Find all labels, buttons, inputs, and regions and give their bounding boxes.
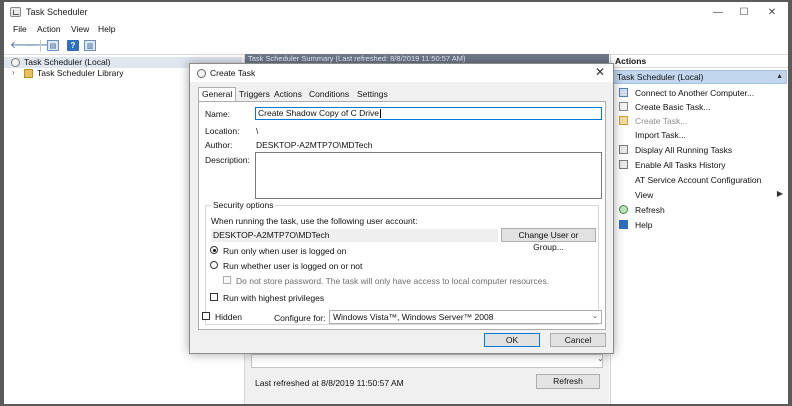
action-connect-another-computer[interactable]: Connect to Another Computer... [611, 86, 788, 100]
action-display-running-tasks[interactable]: Display All Running Tasks [611, 143, 788, 157]
tab-general[interactable]: General [198, 87, 237, 102]
dialog-title: Create Task [210, 68, 256, 78]
run-highest-privileges-label[interactable]: Run with highest privileges [223, 293, 324, 303]
history-icon [619, 160, 628, 169]
do-not-store-password-checkbox [223, 276, 231, 284]
dialog-close-button[interactable]: ✕ [595, 65, 605, 79]
action-enable-tasks-history[interactable]: Enable All Tasks History [611, 158, 788, 172]
back-arrow-icon[interactable]: 🡐 [10, 40, 37, 51]
maximize-button[interactable]: ☐ [730, 4, 758, 21]
scroll-down-icon[interactable]: ⌄ [597, 354, 604, 363]
submenu-arrow-icon: ▶ [776, 189, 783, 198]
action-create-basic-task[interactable]: Create Basic Task... [611, 100, 788, 114]
toolbar-separator [40, 40, 41, 52]
radio-run-only-logged-on-label[interactable]: Run only when user is logged on [223, 246, 346, 256]
forward-arrow-icon[interactable]: 🡒 [25, 40, 52, 51]
name-value: Create Shadow Copy of C Drive [258, 108, 379, 118]
menu-file[interactable]: File [13, 24, 27, 34]
cancel-button[interactable]: Cancel [550, 333, 606, 347]
tab-settings[interactable]: Settings [354, 88, 391, 101]
close-button[interactable]: ✕ [758, 4, 786, 21]
tab-triggers[interactable]: Triggers [236, 88, 273, 101]
help-icon[interactable]: ? [67, 40, 79, 51]
hidden-checkbox[interactable] [202, 312, 210, 320]
description-label: Description: [205, 155, 250, 165]
actions-section-task-scheduler-local[interactable]: Task Scheduler (Local) ▲ [613, 70, 787, 84]
menu-action[interactable]: Action [37, 24, 61, 34]
action-import-task[interactable]: Import Task... [611, 128, 788, 142]
refresh-button[interactable]: Refresh [536, 374, 600, 389]
author-value: DESKTOP-A2MTP7O\MDTech [256, 140, 373, 150]
hidden-label[interactable]: Hidden [215, 312, 242, 322]
tab-actions[interactable]: Actions [271, 88, 305, 101]
actions-header: Actions [611, 56, 788, 68]
task-scheduler-window: Task Scheduler — ☐ ✕ File Action View He… [4, 2, 788, 404]
action-create-task: Create Task... [611, 114, 788, 128]
tab-conditions[interactable]: Conditions [306, 88, 352, 101]
configure-for-select[interactable]: Windows Vista™, Windows Server™ 2008 ⌄ [329, 310, 602, 324]
action-help[interactable]: Help [611, 218, 788, 232]
radio-run-whether-logged-on-label[interactable]: Run whether user is logged on or not [223, 261, 362, 271]
computer-icon [619, 88, 628, 97]
task-icon [619, 116, 628, 125]
wizard-icon [619, 102, 628, 111]
minimize-button[interactable]: — [704, 4, 732, 21]
action-pane-icon[interactable]: ▥ [84, 40, 96, 51]
menu-view[interactable]: View [71, 24, 89, 34]
collapse-arrow-icon[interactable]: ▲ [776, 71, 783, 83]
security-options-title: Security options [211, 200, 276, 210]
window-title: Task Scheduler [26, 7, 88, 17]
change-user-or-group-button[interactable]: Change User or Group... [501, 228, 596, 252]
general-tab-panel: Name: Create Shadow Copy of C Drive Loca… [198, 101, 606, 330]
dialog-title-bar: Create Task ✕ [190, 64, 613, 82]
radio-run-only-logged-on[interactable] [210, 246, 218, 254]
toolbar: 🡐 🡒 ▤ ? ▥ [4, 37, 788, 55]
menu-help[interactable]: Help [98, 24, 115, 34]
task-scheduler-icon [10, 7, 21, 17]
menu-bar: File Action View Help [4, 23, 788, 37]
name-input[interactable]: Create Shadow Copy of C Drive [255, 107, 602, 120]
chevron-down-icon: ⌄ [592, 313, 598, 320]
ok-button[interactable]: OK [484, 333, 540, 347]
action-refresh[interactable]: Refresh [611, 203, 788, 217]
help-icon [619, 220, 628, 229]
folder-icon [24, 69, 33, 78]
list-icon [619, 145, 628, 154]
security-prompt: When running the task, use the following… [211, 216, 418, 226]
do-not-store-password-label: Do not store password. The task will onl… [236, 276, 550, 286]
name-label: Name: [205, 109, 231, 119]
summary-list[interactable] [251, 354, 603, 368]
last-refreshed-text: Last refreshed at 8/8/2019 11:50:57 AM [255, 378, 404, 388]
author-label: Author: [205, 140, 233, 150]
refresh-icon [619, 205, 628, 214]
actions-section-label: Task Scheduler (Local) [617, 72, 704, 82]
text-caret [379, 109, 381, 119]
console-tree-icon[interactable]: ▤ [47, 40, 59, 51]
location-value: \ [256, 126, 259, 136]
location-label: Location: [205, 126, 240, 136]
dialog-tabs: General Triggers Actions Conditions Sett… [198, 87, 608, 102]
description-input[interactable] [255, 152, 602, 199]
expand-chevron-icon[interactable]: › [12, 68, 15, 77]
user-account-field: DESKTOP-A2MTP7O\MDTech [211, 229, 498, 242]
action-view[interactable]: View ▶ [611, 188, 788, 202]
tree-item-label: Task Scheduler Library [37, 68, 124, 78]
tree-item-label: Task Scheduler (Local) [24, 57, 111, 67]
run-highest-privileges-checkbox[interactable] [210, 293, 218, 301]
actions-pane: Actions Task Scheduler (Local) ▲ Connect… [610, 54, 788, 404]
create-task-dialog: Create Task ✕ General Triggers Actions C… [189, 63, 614, 354]
clock-icon [197, 69, 206, 78]
title-bar: Task Scheduler — ☐ ✕ [4, 2, 788, 23]
configure-for-value: Windows Vista™, Windows Server™ 2008 [333, 312, 494, 322]
radio-run-whether-logged-on[interactable] [210, 261, 218, 269]
clock-icon [11, 58, 20, 67]
configure-for-label: Configure for: [274, 313, 326, 323]
action-at-service-account[interactable]: AT Service Account Configuration [611, 173, 788, 187]
